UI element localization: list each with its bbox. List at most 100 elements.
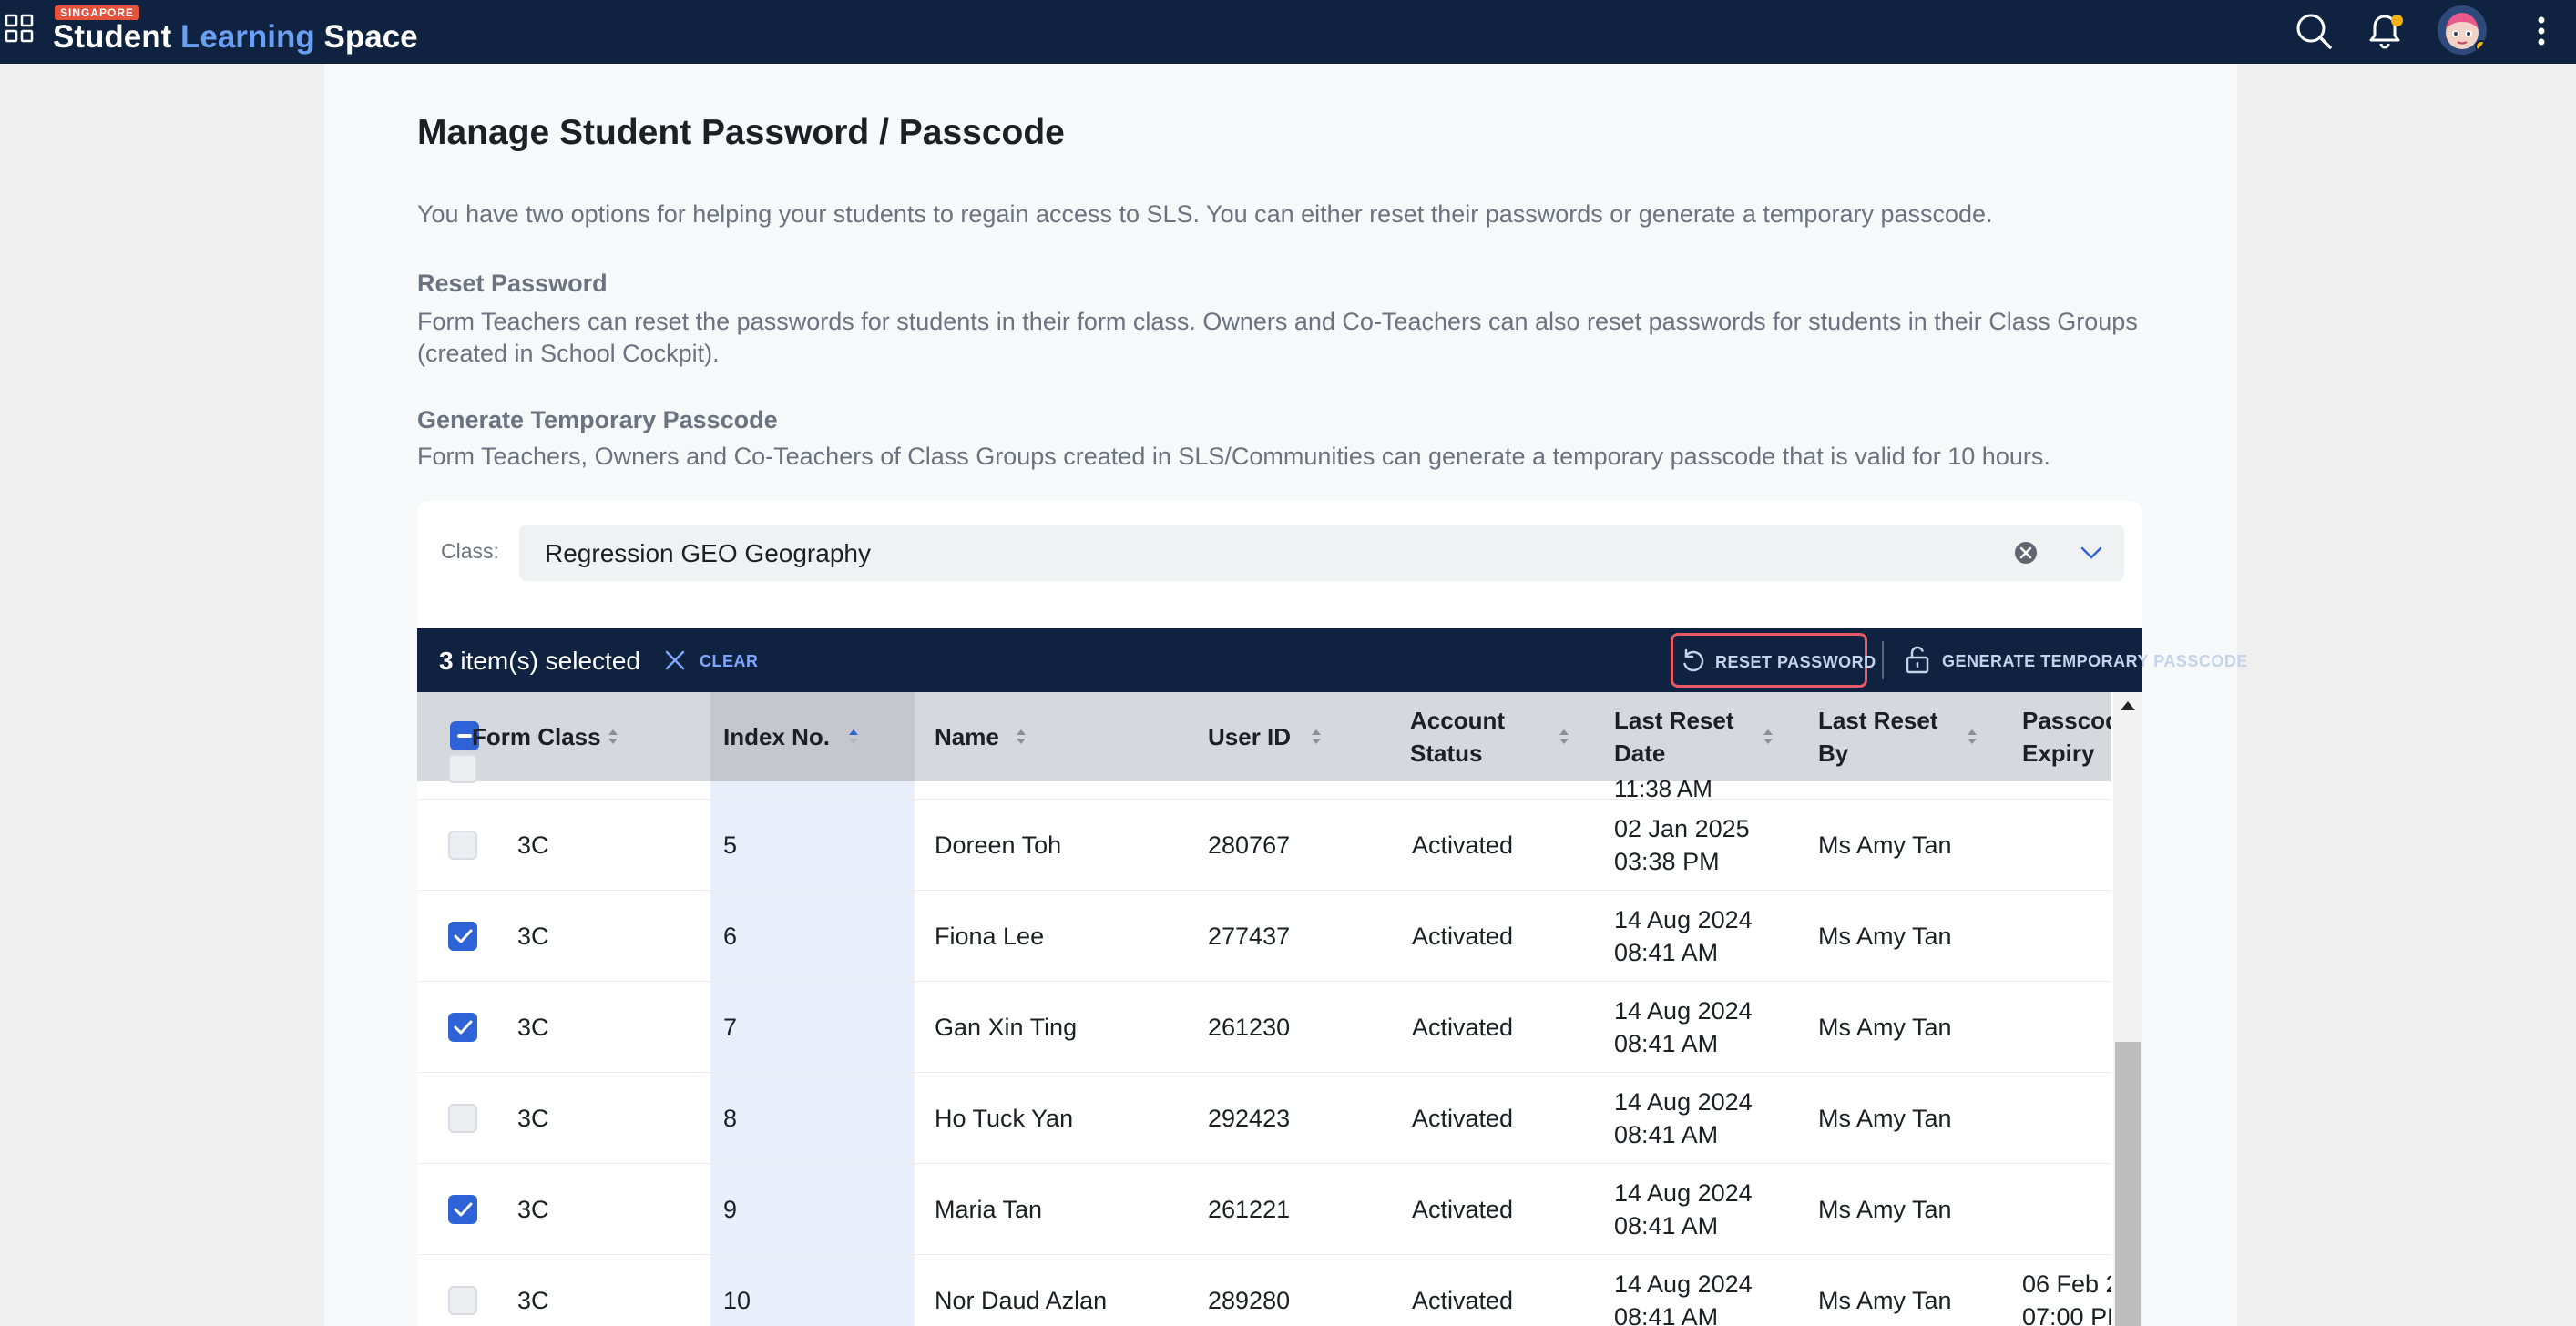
cell-last-reset-time: 03:38 PM [1614,848,1720,875]
cell-last-reset-time: 08:41 AM [1614,1030,1719,1057]
row-checkbox[interactable] [448,754,477,783]
cell-status: Activated [1412,923,1514,950]
cell-last-reset-by: Ms Amy Tan [1818,1287,1952,1314]
cell-last-reset-date: 14 Aug 2024 [1614,1088,1753,1116]
main-panel: Manage Student Password / Passcode You h… [324,64,2247,1326]
cell-status: Activated [1412,1014,1514,1041]
clear-button-label: CLEAR [700,652,759,670]
top-bar: SINGAPORE Student Learning Space [0,0,2576,64]
generate-passcode-heading: Generate Temporary Passcode [417,406,778,434]
close-icon [663,648,687,672]
cell-last-reset-date: 14 Aug 2024 [1614,1179,1753,1207]
cell-name: Ho Tuck Yan [935,1105,1074,1132]
generate-passcode-description: Form Teachers, Owners and Co-Teachers of… [417,443,2050,470]
class-filter-card: Class: Regression GEO Geography [417,501,2142,628]
cell-status: Activated [1412,1287,1514,1314]
cell-name: Nor Daud Azlan [935,1287,1108,1314]
clear-selection-icon[interactable] [2013,540,2039,566]
page-title: Manage Student Password / Passcode [417,113,1065,152]
cell-last-reset-by: Ms Amy Tan [1818,1196,1952,1223]
cell-index: 5 [723,831,738,859]
cell-index: 7 [723,1014,738,1041]
cell-user-id: 289280 [1208,1287,1291,1314]
cell-name: Fiona Lee [935,923,1045,950]
cell-form-class: 3C [517,923,549,950]
apps-grid-icon[interactable] [4,13,36,46]
avatar[interactable] [2438,5,2487,55]
reset-password-heading: Reset Password [417,270,608,297]
cell-name: Doreen Toh [935,831,1062,859]
class-label: Class: [441,539,499,563]
brand-name: Student Learning Space [53,19,418,55]
cell-last-reset-by: Ms Amy Tan [1818,831,1952,859]
chevron-down-icon[interactable] [2079,540,2104,566]
table-scrollbar[interactable] [2113,692,2142,1326]
more-vertical-icon[interactable] [2530,13,2552,49]
unlock-icon [1904,645,1931,674]
generate-passcode-label: GENERATE TEMPORARY PASSCODE [1942,652,2248,670]
table-row[interactable]: 3C 7 Gan Xin Ting 261230 Activated 14 Au… [417,982,2111,1073]
row-checkbox[interactable] [448,1104,477,1133]
table-row[interactable]: 3C 10 Nor Daud Azlan 289280 Activated 14… [417,1255,2111,1326]
search-icon[interactable] [2294,11,2334,51]
table-row[interactable]: 3C 5 Doreen Toh 280767 Activated 02 Jan … [417,800,2111,891]
cell-status: Activated [1412,1196,1514,1223]
cell-form-class: 3C [517,1105,549,1132]
cell-last-reset-by: Ms Amy Tan [1818,1105,1952,1132]
cell-last-reset-date: 14 Aug 2024 [1614,906,1753,933]
cell-index: 6 [723,923,738,950]
row-checkbox[interactable] [448,1195,477,1224]
table-row[interactable]: 3C 6 Fiona Lee 277437 Activated 14 Aug 2… [417,891,2111,982]
row-checkbox[interactable] [448,1013,477,1042]
cell-passcode-expiry-time: 07:00 PM [2022,1303,2111,1326]
table-row[interactable]: 3C 9 Maria Tan 261221 Activated 14 Aug 2… [417,1164,2111,1255]
cell-name: Gan Xin Ting [935,1014,1078,1041]
cell-last-reset-date: 14 Aug 2024 [1614,997,1753,1025]
reset-password-button[interactable]: RESET PASSWORD [1671,633,1876,688]
cell-form-class: 3C [517,831,549,859]
action-divider [1882,641,1884,679]
cell-last-reset-time: 08:41 AM [1614,1303,1719,1326]
cell-status: Activated [1412,831,1514,859]
class-select-value: Regression GEO Geography [545,539,871,567]
notification-dot [2391,15,2403,26]
cell-index: 10 [723,1287,751,1314]
cell-user-id: 292423 [1208,1105,1291,1132]
cell-status: Activated [1412,1105,1514,1132]
cell-last-reset-time: 08:41 AM [1614,1121,1719,1148]
table-row[interactable]: 3C 8 Ho Tuck Yan 292423 Activated 14 Aug… [417,1073,2111,1164]
cell-form-class: 3C [517,1287,549,1314]
selected-count-text: 3 item(s) selected [439,647,640,675]
cell-user-id: 261230 [1208,1014,1291,1041]
reset-icon [1681,648,1706,674]
scrollbar-thumb[interactable] [2115,1042,2141,1326]
students-table: Form Class Index No. Name User ID Accoun… [417,692,2142,1326]
cell-index: 8 [723,1105,738,1132]
cell-last-reset-time: 08:41 AM [1614,1212,1719,1239]
cell-passcode-expiry-date: 06 Feb 2025 [2022,1270,2111,1298]
cell-form-class: 3C [517,1196,549,1223]
cell-name: Maria Tan [935,1196,1043,1223]
cell-index: 9 [723,1196,738,1223]
cell-last-reset-date: 02 Jan 2025 [1614,815,1750,842]
table-body: 11:38 AM 3C 5 Doreen Toh 280767 Activate… [417,754,2111,1326]
cell-last-reset-by: Ms Amy Tan [1818,1014,1952,1041]
intro-text: You have two options for helping your st… [417,200,1993,228]
avatar-status-dot [2475,40,2487,53]
reset-password-label: RESET PASSWORD [1715,653,1876,671]
row-checkbox[interactable] [448,831,477,860]
reset-password-description: Form Teachers can reset the passwords fo… [417,308,2138,367]
cell-last-reset-time: 08:41 AM [1614,939,1719,966]
class-select[interactable]: Regression GEO Geography [519,525,2124,581]
cell-form-class: 3C [517,1014,549,1041]
cell-user-id: 277437 [1208,923,1291,950]
cell-user-id: 280767 [1208,831,1291,859]
cell-last-reset-by: Ms Amy Tan [1818,923,1952,950]
scroll-up-arrow-icon[interactable] [2121,701,2135,710]
row-checkbox[interactable] [448,1286,477,1315]
cell-last-reset-date: 14 Aug 2024 [1614,1270,1753,1298]
row-checkbox[interactable] [448,922,477,951]
selection-action-bar: 3 item(s) selected CLEAR RESET PASSWORD … [417,628,2247,692]
table-row[interactable]: 11:38 AM [417,727,2111,802]
bell-icon[interactable] [2365,11,2405,51]
